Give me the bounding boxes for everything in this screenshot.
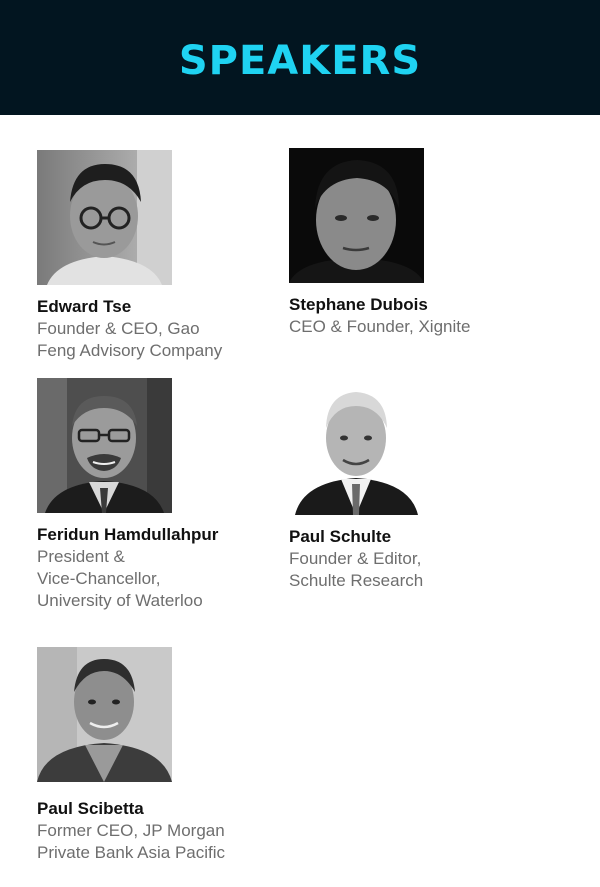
- page-title: SPEAKERS: [178, 37, 422, 84]
- speaker-name: Paul Scibetta: [37, 799, 144, 818]
- speaker-role: Founder & CEO, Gao Feng Advisory Company: [37, 319, 223, 360]
- speaker-role: Former CEO, JP Morgan Private Bank Asia …: [37, 821, 226, 862]
- speaker-role: CEO & Founder, Xignite: [289, 317, 471, 336]
- speaker-photo: [289, 148, 424, 283]
- speaker-card-paul-schulte: Paul Schulte Founder & Editor, Schulte R…: [289, 380, 539, 592]
- speaker-photo: [37, 647, 172, 782]
- speaker-name: Paul Schulte: [289, 527, 392, 546]
- speaker-name: Edward Tse: [37, 297, 132, 316]
- speaker-card-edward-tse: Edward Tse Founder & CEO, Gao Feng Advis…: [37, 150, 287, 362]
- speaker-photo: [37, 378, 172, 513]
- speaker-card-feridun-hamdullahpur: Feridun Hamdullahpur President & Vice-Ch…: [37, 378, 287, 612]
- speakers-header: SPEAKERS: [0, 0, 600, 115]
- speaker-name: Stephane Dubois: [289, 295, 428, 314]
- speaker-name: Feridun Hamdullahpur: [37, 525, 219, 544]
- speaker-photo: [289, 380, 424, 515]
- speaker-card-stephane-dubois: Stephane Dubois CEO & Founder, Xignite: [289, 148, 539, 338]
- speaker-photo: [37, 150, 172, 285]
- speaker-card-paul-scibetta: Paul Scibetta Former CEO, JP Morgan Priv…: [37, 647, 287, 864]
- speaker-role: Founder & Editor, Schulte Research: [289, 549, 424, 590]
- speaker-role: President & Vice-Chancellor, University …: [37, 547, 203, 610]
